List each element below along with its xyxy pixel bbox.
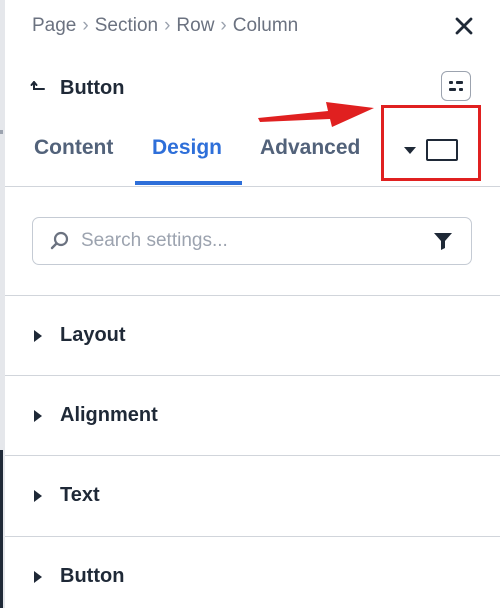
section-label: Layout	[60, 324, 126, 346]
breadcrumb-item-row[interactable]: Row	[176, 15, 214, 37]
triangle-right-icon	[34, 409, 42, 422]
breadcrumb: Page › Section › Row › Column	[32, 14, 298, 38]
section-alignment[interactable]: Alignment	[5, 376, 500, 455]
breadcrumb-item-column[interactable]: Column	[233, 15, 298, 37]
breadcrumb-separator: ›	[164, 15, 171, 36]
tab-content[interactable]: Content	[34, 136, 113, 160]
triangle-right-icon	[34, 329, 42, 342]
breadcrumb-separator: ›	[220, 15, 227, 36]
breadcrumb-separator: ›	[82, 15, 89, 36]
breadcrumb-item-page[interactable]: Page	[32, 15, 76, 37]
tab-advanced[interactable]: Advanced	[260, 136, 360, 160]
active-tab-indicator	[135, 181, 242, 185]
section-label: Alignment	[60, 404, 158, 426]
triangle-right-icon	[34, 570, 42, 583]
panel-header: Button	[30, 74, 124, 102]
panel-toggle-icon	[449, 81, 463, 91]
close-icon	[455, 17, 473, 35]
annotation-arrow	[258, 102, 374, 127]
section-button[interactable]: Button	[5, 537, 500, 616]
search-icon	[49, 230, 71, 252]
section-text[interactable]: Text	[5, 456, 500, 535]
section-label: Button	[60, 565, 125, 587]
section-label: Text	[60, 484, 100, 506]
panel-title: Button	[60, 76, 125, 99]
search-settings-field[interactable]	[32, 217, 472, 265]
search-input[interactable]	[79, 220, 433, 262]
close-button[interactable]	[450, 12, 478, 40]
breadcrumb-item-section[interactable]: Section	[95, 15, 158, 37]
divider	[5, 186, 500, 187]
tab-design[interactable]: Design	[152, 136, 222, 160]
section-layout[interactable]: Layout	[5, 296, 500, 375]
filter-icon[interactable]	[433, 230, 455, 252]
triangle-right-icon	[34, 489, 42, 502]
panel-toggle-button[interactable]	[441, 71, 471, 101]
annotation-highlight-box	[381, 105, 481, 181]
edge-marker-dark	[0, 450, 3, 608]
back-arrow-icon[interactable]	[30, 79, 48, 97]
